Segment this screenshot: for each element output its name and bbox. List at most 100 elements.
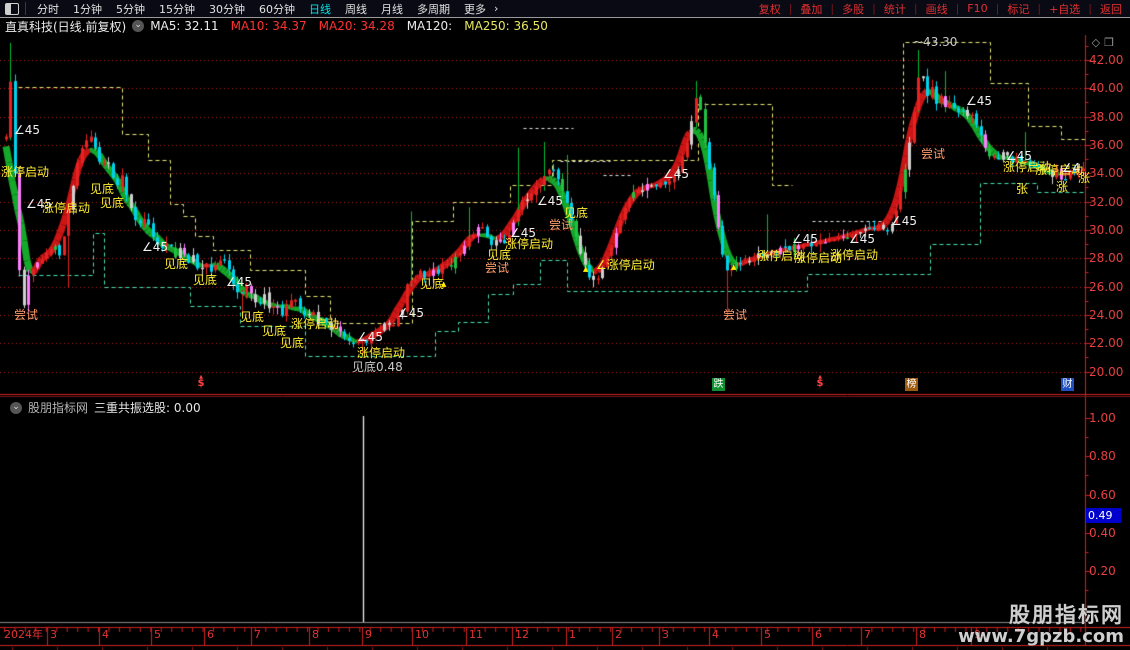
chart-annotation: 涨停启动	[42, 201, 91, 215]
indicator-axis-label: 0.80	[1089, 449, 1116, 463]
chart-annotation: ∠45	[142, 240, 169, 254]
chart-annotation: 见底	[164, 257, 189, 271]
menu-item-分时[interactable]: 分时	[30, 3, 66, 16]
chart-annotation: ∠45	[966, 94, 993, 108]
axis-month-label: 6	[815, 628, 822, 641]
panel-corner-icons[interactable]: ◇❒	[1092, 36, 1118, 49]
app-window-icon[interactable]	[5, 2, 19, 15]
menu-item-30分钟[interactable]: 30分钟	[202, 3, 252, 16]
chart-annotation: 见底0.48	[352, 360, 403, 374]
chart-annotation: ∠45	[891, 214, 918, 228]
signal-triangle-icon: ▲	[441, 280, 447, 288]
axis-month-label: 6	[207, 628, 214, 641]
axis-month-label: 2	[615, 628, 622, 641]
price-axis-label: 28.00	[1089, 251, 1124, 266]
event-badge-榜[interactable]: 榜	[905, 378, 918, 391]
tool-item-+自选[interactable]: +自选	[1041, 1, 1088, 17]
menu-item-日线[interactable]: 日线	[302, 3, 338, 16]
chart-annotation: 涨停启动	[291, 317, 340, 331]
axis-month-label: 4	[102, 628, 109, 641]
chart-annotation: 尝试	[921, 147, 946, 161]
ma-value: MA10: 34.37	[230, 19, 307, 33]
axis-month-label: 3	[50, 628, 57, 641]
axis-month-label: 10	[415, 628, 429, 641]
ma-values: MA5: 32.11 MA10: 34.37 MA20: 34.28 MA120: MA…	[150, 19, 560, 33]
axis-month-label: 4	[712, 628, 719, 641]
axis-month-label: 12	[515, 628, 529, 641]
chart-annotation: ∠45	[663, 167, 690, 181]
menu-item-60分钟[interactable]: 60分钟	[252, 3, 302, 16]
axis-year-label: 2024年	[4, 628, 43, 641]
watermark-url: www.7gpzb.com	[958, 626, 1124, 647]
symbol-title: 直真科技(日线.前复权)	[5, 19, 127, 34]
price-axis-label: 38.00	[1089, 109, 1124, 124]
chart-annotation: 尝试	[549, 218, 574, 232]
tool-item-F10[interactable]: F10	[959, 2, 995, 15]
axis-month-label: 7	[254, 628, 261, 641]
chart-annotation: 尝试	[723, 308, 748, 322]
menu-item-1分钟[interactable]: 1分钟	[66, 3, 109, 16]
axis-month-label: 1	[569, 628, 576, 641]
chart-annotation: 见底	[90, 182, 115, 196]
price-axis-label: 32.00	[1089, 194, 1124, 209]
tools-menu: 复权 | 叠加 | 多股 | 统计 | 画线 | F10 | 标记 | +自选 | 返回	[751, 1, 1130, 17]
event-badge-财[interactable]: 财	[1061, 378, 1074, 391]
chart-annotation: 尝试	[14, 308, 39, 322]
dividend-marker-icon[interactable]: ▲ $	[195, 375, 207, 389]
menu-item-周线[interactable]: 周线	[338, 3, 374, 16]
price-axis-label: 24.00	[1089, 307, 1124, 322]
chart-annotation: ∠45	[537, 194, 564, 208]
menu-item-更多[interactable]: 更多	[457, 3, 493, 16]
more-arrow-icon[interactable]: ›	[493, 2, 498, 15]
tool-item-叠加[interactable]: 叠加	[792, 1, 830, 17]
chart-annotation: ∠涨停启动	[596, 258, 655, 272]
indicator-name-value: 三重共振选股: 0.00	[94, 401, 201, 415]
menu-item-多周期[interactable]: 多周期	[410, 3, 457, 16]
chevron-down-icon[interactable]: ⌄	[10, 401, 22, 414]
tool-item-多股[interactable]: 多股	[834, 1, 872, 17]
ma-value: MA120:	[406, 19, 453, 33]
dividend-marker-icon[interactable]: ▲ $	[814, 375, 826, 389]
menu-item-月线[interactable]: 月线	[374, 3, 410, 16]
chart-annotation: 涨	[1056, 180, 1069, 194]
axis-month-label: 8	[312, 628, 319, 641]
indicator-value-box: 0.49	[1086, 508, 1121, 523]
menubar-divider	[25, 2, 26, 15]
tool-item-统计[interactable]: 统计	[876, 1, 914, 17]
axis-month-label: 5	[764, 628, 771, 641]
symbol-bar: 直真科技(日线.前复权) ⌄ MA5: 32.11 MA10: 34.37 MA20…	[0, 18, 1130, 34]
menu-item-5分钟[interactable]: 5分钟	[109, 3, 152, 16]
chart-annotation: 尝试	[485, 261, 510, 275]
indicator-header: ⌄ 股朋指标网 三重共振选股: 0.00	[4, 399, 201, 416]
axis-month-label: 9	[365, 628, 372, 641]
watermark-site-name: 股朋指标网	[1009, 603, 1124, 627]
tool-item-返回[interactable]: 返回	[1092, 1, 1130, 17]
price-axis-label: 22.00	[1089, 336, 1124, 351]
indicator-site-name: 股朋指标网	[28, 401, 89, 415]
tool-item-复权[interactable]: 复权	[751, 1, 789, 17]
event-badge-跌[interactable]: 跌	[712, 378, 725, 391]
signal-triangle-icon: ▲	[731, 263, 737, 271]
chart-canvas[interactable]	[0, 0, 1130, 650]
price-axis-label: 26.00	[1089, 279, 1124, 294]
price-axis-label: 36.00	[1089, 137, 1124, 152]
axis-month-label: 11	[469, 628, 483, 641]
chart-annotation: ∠45	[849, 232, 876, 246]
chart-annotation: 见底	[100, 196, 125, 210]
chart-annotation: ∠45	[226, 275, 253, 289]
axis-month-label: 7	[864, 628, 871, 641]
chart-annotation: ~43.30	[913, 35, 958, 49]
menu-item-15分钟[interactable]: 15分钟	[152, 3, 202, 16]
tool-item-画线[interactable]: 画线	[918, 1, 956, 17]
price-axis-label: 40.00	[1089, 81, 1124, 96]
ma-value: MA5: 32.11	[150, 19, 219, 33]
price-axis-label: 30.00	[1089, 222, 1124, 237]
chart-annotation: 见底	[193, 273, 218, 287]
axis-month-label: 5	[154, 628, 161, 641]
chart-annotation: ∠45	[14, 123, 41, 137]
chevron-down-icon[interactable]: ⌄	[132, 20, 145, 32]
indicator-axis-label: 1.00	[1089, 411, 1116, 425]
tool-item-标记[interactable]: 标记	[999, 1, 1037, 17]
price-axis-label: 34.00	[1089, 166, 1124, 181]
price-axis-label: 20.00	[1089, 364, 1124, 379]
